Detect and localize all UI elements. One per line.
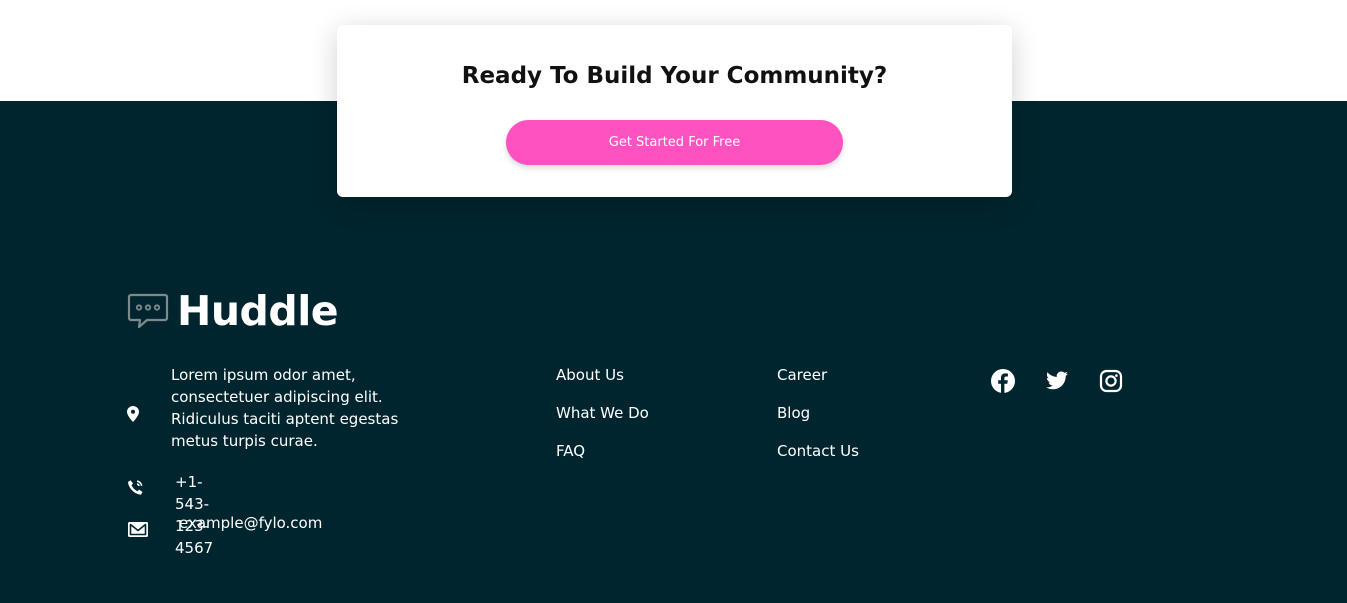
instagram-icon[interactable] [1098,368,1124,394]
email-text[interactable]: example@fylo.com [179,512,322,534]
phone-icon [127,479,144,500]
mail-icon [128,522,148,541]
links-column-2: Career Blog Contact Us [777,364,859,478]
cta-card: Ready To Build Your Community? Get Start… [337,25,1012,197]
facebook-icon[interactable] [990,368,1016,394]
link-contact-us[interactable]: Contact Us [777,440,859,478]
brand-name: Huddle [177,287,339,335]
social-links [990,368,1152,394]
brand-logo[interactable]: Huddle [127,286,339,336]
link-career[interactable]: Career [777,364,859,402]
link-what-we-do[interactable]: What We Do [556,402,649,440]
address-text: Lorem ipsum odor amet, consectetuer adip… [171,366,399,450]
chat-bubble-icon [127,292,169,330]
location-pin-icon [127,406,139,426]
link-about-us[interactable]: About Us [556,364,649,402]
get-started-button[interactable]: Get Started For Free [506,120,843,165]
link-faq[interactable]: FAQ [556,440,649,478]
page: Ready To Build Your Community? Get Start… [0,0,1347,603]
links-column-1: About Us What We Do FAQ [556,364,649,478]
link-blog[interactable]: Blog [777,402,859,440]
twitter-icon[interactable] [1044,368,1070,394]
cta-title: Ready To Build Your Community? [461,63,888,89]
